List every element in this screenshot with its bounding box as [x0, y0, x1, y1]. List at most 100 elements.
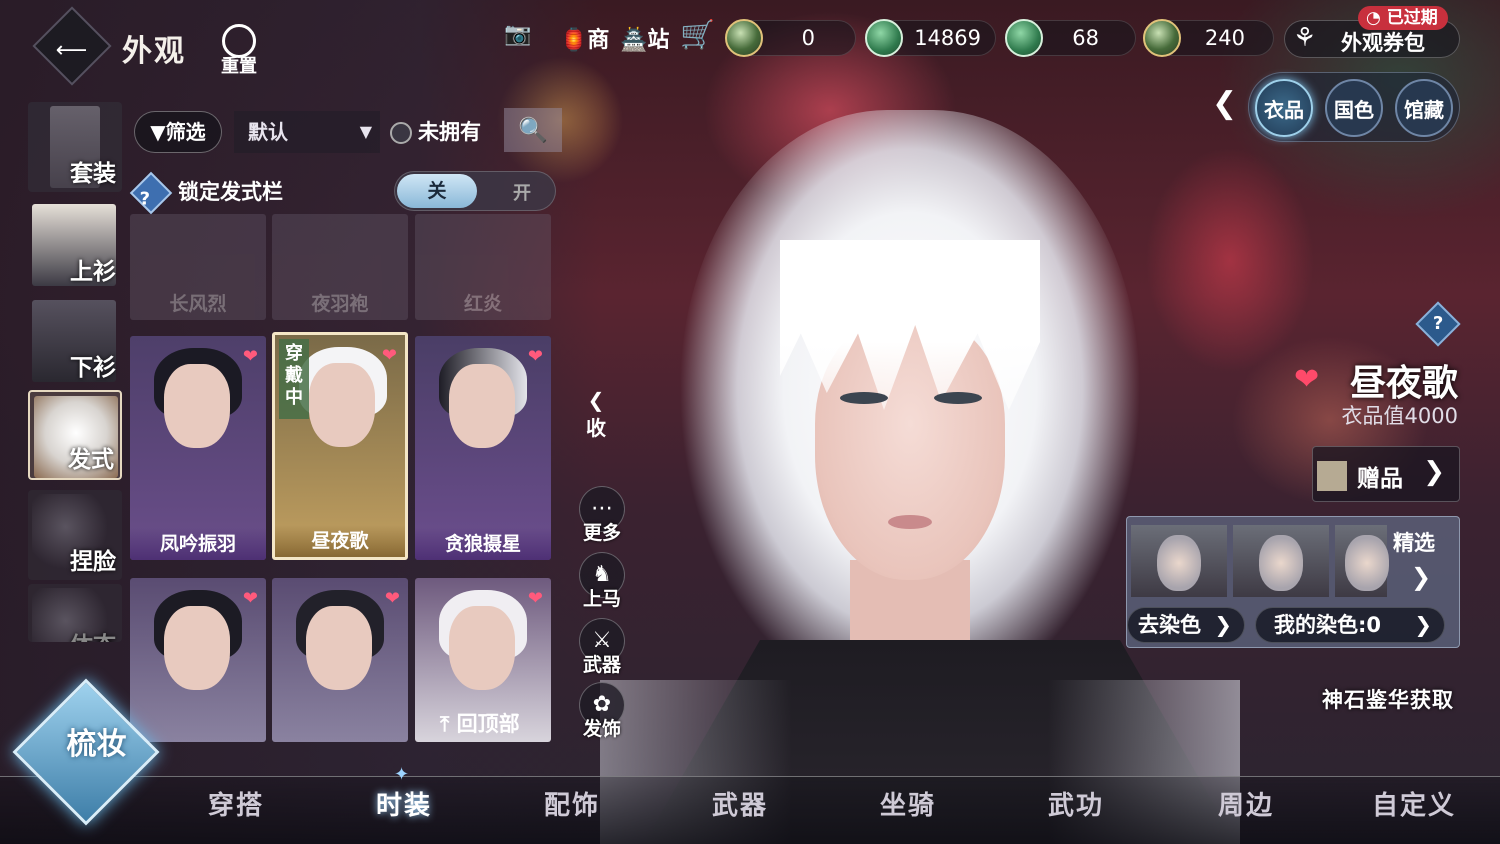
grid-item[interactable]: 夜羽袍 — [272, 214, 408, 320]
arrow-up-icon: ⤒ — [440, 712, 450, 736]
category-bottom[interactable]: 下衫 — [28, 296, 122, 386]
category-body-shape[interactable]: 体态 — [28, 584, 122, 642]
grid-item[interactable]: ❤ 贪狼摄星 — [415, 336, 551, 560]
page-title: 外观 — [122, 34, 186, 69]
mount-button[interactable]: ♞ 上马 — [574, 552, 630, 611]
back-to-top-button[interactable]: ⤒ 回顶部 — [440, 708, 520, 738]
nav-martial-arts[interactable]: 武功 — [1048, 785, 1104, 822]
my-dye-button[interactable]: 我的染色:0 ❯ — [1255, 607, 1445, 643]
heart-icon[interactable]: ❤ — [528, 346, 543, 367]
tab-style-rating[interactable]: 衣品 — [1255, 79, 1313, 137]
character-model[interactable] — [600, 100, 1240, 844]
hair-accessory-button[interactable]: ✿ 发饰 — [574, 682, 630, 741]
expired-badge-text: 已过期 — [1386, 8, 1438, 28]
dye-preview[interactable] — [1131, 525, 1227, 597]
lock-hairstyle-row: ? 锁定发式栏 — [129, 171, 283, 215]
grid-item[interactable]: ❤ — [130, 578, 266, 742]
category-face-sculpt[interactable]: 捏脸 — [28, 490, 122, 580]
shop-icon[interactable]: 🏮商 — [560, 22, 609, 62]
toggle-off[interactable]: 关 — [397, 174, 477, 208]
nav-custom[interactable]: 自定义 — [1372, 785, 1456, 822]
tab-national-color[interactable]: 国色 — [1325, 79, 1383, 137]
grid-item[interactable]: ❤ — [272, 578, 408, 742]
item-title: 昼夜歌 — [1349, 363, 1458, 404]
nav-outfits[interactable]: 穿搭 — [208, 785, 264, 822]
category-outfit-set[interactable]: 套装 — [28, 102, 122, 192]
heart-icon[interactable]: ❤ — [385, 588, 400, 609]
my-dye-label: 我的染色:0 — [1274, 613, 1382, 637]
heart-icon[interactable]: ❤ — [243, 346, 258, 367]
featured-label[interactable]: 精选 — [1393, 527, 1435, 557]
gift-button[interactable]: 赠品 ❯ — [1312, 446, 1460, 502]
search-icon: 🔍 — [518, 116, 548, 144]
dye-panel: 精选 ❯ 去染色 ❯ 我的染色:0 ❯ — [1126, 516, 1460, 648]
remove-dye-button[interactable]: 去染色 ❯ — [1127, 607, 1245, 643]
currency-coin-b[interactable]: 68 — [1005, 19, 1136, 57]
back-arrow-icon: ⟵ — [55, 37, 88, 63]
search-button[interactable]: 🔍 — [504, 108, 562, 152]
filter-button[interactable]: ▼筛选 — [134, 111, 222, 153]
nav-merch[interactable]: 周边 — [1218, 785, 1274, 822]
toggle-on[interactable]: 开 — [513, 179, 531, 205]
station-icon-label: 站 — [647, 28, 670, 53]
grid-item[interactable]: ❤ 凤吟振羽 — [130, 336, 266, 560]
category-label: 发式 — [68, 447, 114, 473]
character-left-eye — [840, 392, 888, 404]
coin-plus-icon — [1143, 19, 1181, 57]
collapse-button[interactable]: ❮ 收 — [578, 388, 614, 441]
reset-button[interactable]: 重置 — [214, 24, 264, 80]
acquisition-source: 神石鉴华获取 — [1322, 688, 1454, 712]
chevron-right-icon: ❯ — [1214, 613, 1232, 637]
item-name: 贪狼摄星 — [415, 528, 551, 560]
expired-badge: ◔ 已过期 — [1358, 6, 1448, 30]
gift-label: 赠品 — [1357, 466, 1403, 492]
grid-item[interactable]: 红炎 — [415, 214, 551, 320]
unowned-toggle[interactable]: 未拥有 — [390, 111, 481, 153]
tab-collection[interactable]: 馆藏 — [1395, 79, 1453, 137]
weapon-label: 武器 — [582, 654, 621, 676]
weapon-toggle-button[interactable]: ⚔ 武器 — [574, 618, 630, 677]
nav-fashion[interactable]: 时装 — [376, 785, 432, 822]
chevron-right-icon: ❯ — [1414, 613, 1432, 637]
cart-icon[interactable]: 🛒 — [680, 18, 715, 58]
lock-toggle[interactable]: 关 开 — [394, 171, 556, 211]
station-icon[interactable]: 🏯站 — [620, 22, 669, 62]
currency-value: 240 — [1204, 26, 1245, 50]
help-icon[interactable]: ? — [129, 171, 173, 215]
character-lips — [888, 515, 932, 529]
more-button[interactable]: ⋯ 更多 — [574, 486, 630, 545]
favorite-heart-icon[interactable]: ❤ — [1294, 362, 1319, 397]
coin-plus-icon — [865, 19, 903, 57]
grid-item[interactable]: 长风烈 — [130, 214, 266, 320]
gift-thumbnail — [1317, 461, 1347, 491]
heart-icon[interactable]: ❤ — [382, 345, 397, 366]
heart-icon[interactable]: ❤ — [243, 588, 258, 609]
currency-coin-a[interactable]: 14869 — [865, 19, 996, 57]
remove-dye-label: 去染色 — [1138, 613, 1201, 637]
help-icon[interactable]: ? — [1415, 301, 1461, 347]
nav-accessories[interactable]: 配饰 — [544, 785, 600, 822]
category-top[interactable]: 上衫 — [28, 200, 122, 290]
camera-icon[interactable]: 📷 — [504, 22, 531, 62]
grid-item-selected[interactable]: ❤ 穿戴中 昼夜歌 — [272, 332, 408, 560]
category-label: 体态 — [70, 626, 116, 642]
shop-icon-label: 商 — [587, 28, 610, 53]
hairstyle-grid: 长风烈 夜羽袍 红炎 ❤ 凤吟振羽 ❤ 穿戴中 昼夜歌 ❤ 贪狼摄星 ❤ ❤ ❤ — [128, 214, 552, 742]
nav-mounts[interactable]: 坐骑 — [880, 785, 936, 822]
item-face — [449, 606, 515, 690]
chevron-right-icon[interactable]: ❯ — [1411, 563, 1431, 591]
bottom-nav: 穿搭 时装 配饰 武器 坐骑 武功 周边 自定义 — [0, 776, 1500, 844]
heart-icon[interactable]: ❤ — [528, 588, 543, 609]
nav-weapons[interactable]: 武器 — [712, 785, 768, 822]
currency-jade[interactable]: 0 — [725, 19, 856, 57]
dye-preview-head — [1345, 535, 1389, 591]
dye-preview-head — [1259, 535, 1303, 591]
category-hairstyle[interactable]: 发式 — [28, 390, 122, 480]
sort-dropdown[interactable]: 默认 ▼ — [234, 111, 380, 153]
currency-coin-c[interactable]: 240 — [1143, 19, 1274, 57]
item-name: 凤吟振羽 — [130, 528, 266, 560]
item-face — [164, 364, 230, 448]
dye-preview[interactable] — [1335, 525, 1389, 597]
dye-preview[interactable] — [1233, 525, 1329, 597]
chevron-left-icon[interactable]: ❮ — [1212, 86, 1237, 121]
